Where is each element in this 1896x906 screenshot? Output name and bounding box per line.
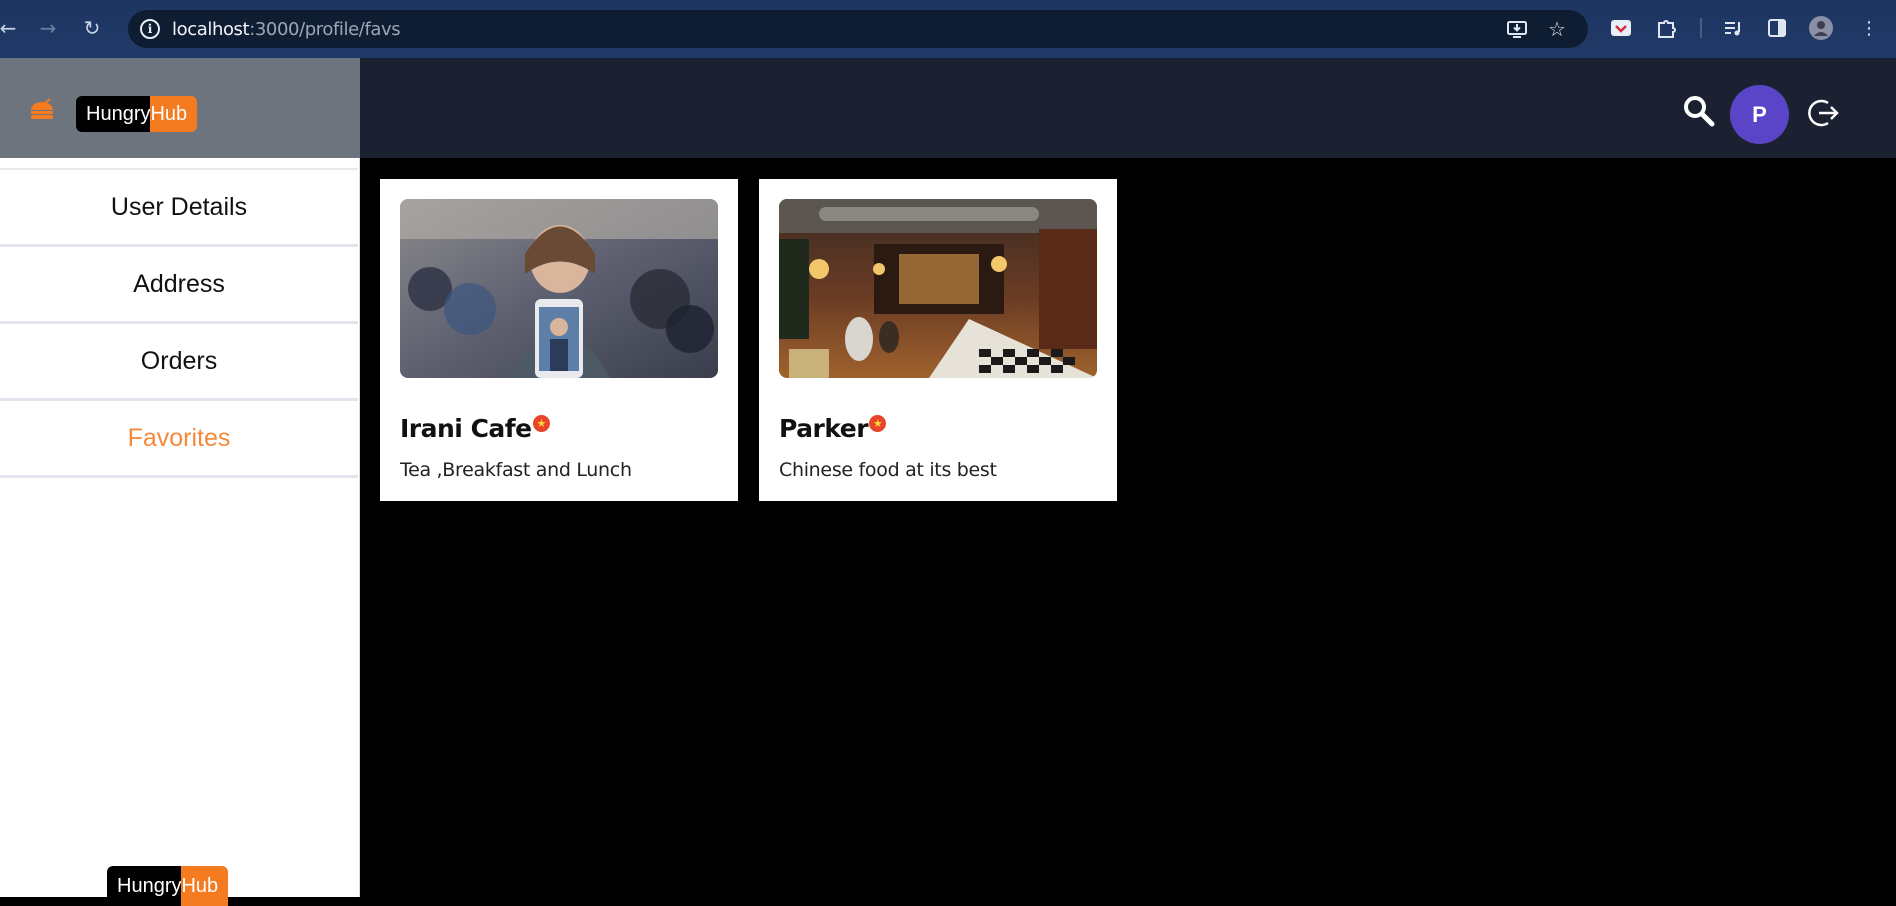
bookmark-star-icon[interactable]: ☆: [1546, 17, 1568, 41]
brand-panel: Hungry Hub: [0, 58, 360, 158]
extensions-puzzle-icon[interactable]: [1653, 15, 1679, 41]
logout-icon[interactable]: [1806, 96, 1840, 130]
footer-logo[interactable]: Hungry Hub: [107, 866, 229, 906]
app-root: HungryHub P User Details Address Orders: [0, 58, 1896, 906]
back-arrow-icon[interactable]: ←: [0, 14, 22, 42]
logo-text-hungry: Hungry: [107, 866, 182, 906]
forward-arrow-icon[interactable]: →: [34, 14, 62, 42]
star-badge-icon: ★: [869, 415, 887, 432]
restaurant-name-text: Irani Cafe: [400, 414, 532, 443]
url-path: :3000/profile/favs: [249, 19, 401, 40]
url-text[interactable]: localhost:3000/profile/favs: [172, 19, 401, 40]
header-logo[interactable]: Hungry Hub: [76, 96, 198, 132]
side-panel-icon[interactable]: [1764, 15, 1790, 41]
restaurant-name-text: Parker: [779, 414, 869, 443]
sidebar-item-label: Favorites: [127, 423, 231, 452]
pocket-extension-icon[interactable]: [1608, 15, 1634, 41]
sidebar-item-orders[interactable]: Orders: [0, 324, 358, 401]
sidebar-item-label: Address: [133, 269, 225, 298]
install-app-icon[interactable]: [1506, 18, 1528, 40]
profile-avatar-icon[interactable]: [1808, 15, 1834, 41]
profile-sidebar: User Details Address Orders Favorites Hu…: [0, 158, 360, 906]
url-host: localhost: [172, 19, 250, 40]
reload-icon[interactable]: ↻: [78, 14, 106, 42]
search-icon[interactable]: [1682, 94, 1716, 128]
toolbar-separator: [1700, 18, 1702, 38]
restaurant-description: Chinese food at its best: [779, 459, 997, 481]
sidebar-item-address[interactable]: Address: [0, 247, 358, 324]
star-badge-icon: ★: [532, 415, 550, 432]
sidebar-item-favorites[interactable]: Favorites: [0, 401, 358, 478]
app-header: Hungry Hub P: [0, 58, 1896, 158]
logo-text-hub: Hub: [150, 96, 198, 132]
user-avatar[interactable]: P: [1730, 85, 1789, 144]
restaurant-description: Tea ,Breakfast and Lunch: [400, 459, 632, 481]
favorite-restaurant-card[interactable]: Parker ★ Chinese food at its best: [759, 179, 1117, 501]
restaurant-name[interactable]: Parker ★: [779, 414, 887, 443]
favorite-restaurant-card[interactable]: Irani Cafe ★ Tea ,Breakfast and Lunch: [380, 179, 738, 501]
sidebar-item-label: User Details: [110, 192, 248, 221]
sidebar-item-label: Orders: [140, 346, 218, 375]
logo-text-hub: Hub: [181, 866, 229, 906]
logo-text-hungry: Hungry: [76, 96, 151, 132]
restaurant-image[interactable]: [779, 199, 1097, 378]
address-bar[interactable]: i localhost:3000/profile/favs ☆: [128, 10, 1588, 48]
site-info-icon[interactable]: i: [140, 19, 160, 39]
sidebar-item-user-details[interactable]: User Details: [0, 170, 358, 247]
media-controls-icon[interactable]: [1720, 15, 1746, 41]
burger-icon[interactable]: [28, 98, 56, 122]
browser-chrome: ← → ↻ i localhost:3000/profile/favs ☆ ⋮: [0, 0, 1896, 58]
browser-menu-icon[interactable]: ⋮: [1856, 15, 1882, 41]
restaurant-image[interactable]: [400, 199, 718, 378]
restaurant-name[interactable]: Irani Cafe ★: [400, 414, 550, 443]
